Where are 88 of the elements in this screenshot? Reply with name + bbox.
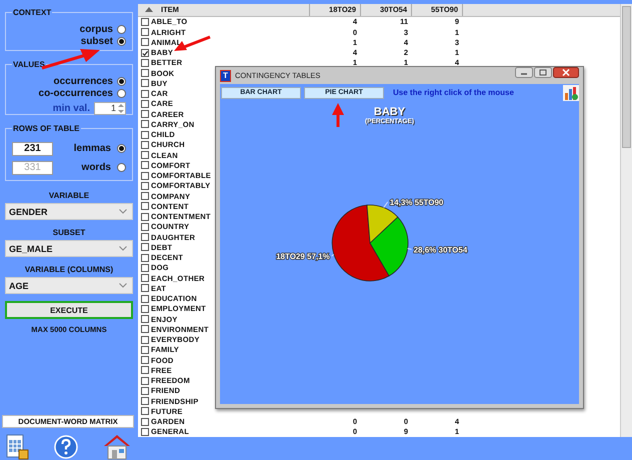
checkbox[interactable] [141, 110, 149, 118]
caret-icon [119, 209, 127, 214]
checkbox[interactable] [141, 161, 149, 170]
radio-button[interactable] [117, 24, 126, 34]
dropdown[interactable]: GE_MALE [5, 240, 133, 257]
checkbox[interactable] [141, 212, 149, 221]
hint-text: Use the right click of the mouse [393, 88, 514, 97]
radio-label: lemmas [74, 143, 111, 154]
group-title: CONTEXT [12, 8, 52, 17]
checkbox[interactable] [141, 294, 149, 303]
radio-button[interactable] [117, 88, 126, 98]
checkbox[interactable] [141, 407, 149, 416]
checkbox[interactable] [141, 69, 149, 78]
caret-icon [119, 283, 127, 288]
caret-icon [119, 246, 127, 251]
slice-label: 28,6% 30TO54 [414, 245, 468, 254]
dropdown-label: SUBSET [52, 228, 86, 237]
radio-label: co-occurrences [38, 88, 113, 98]
spreadsheet-icon[interactable] [5, 434, 29, 460]
checkbox[interactable] [141, 79, 149, 88]
home-icon[interactable] [103, 433, 131, 460]
execute-button[interactable]: EXECUTE [5, 301, 133, 319]
slice-label: 14,3% 55TO90 [390, 198, 444, 207]
checkbox[interactable] [141, 172, 149, 180]
checkbox[interactable] [141, 100, 149, 108]
checkbox[interactable] [141, 284, 149, 292]
close-icon[interactable] [553, 67, 579, 78]
count-field[interactable]: 231 [12, 142, 53, 156]
min-value-spinner[interactable]: 1 [94, 102, 126, 114]
dropdown-label: VARIABLE (COLUMNS) [24, 265, 114, 274]
radio-label: corpus [80, 24, 113, 34]
checkbox[interactable] [141, 18, 149, 26]
checkbox[interactable] [141, 397, 149, 406]
checkbox[interactable] [141, 264, 149, 272]
app-icon: T [220, 70, 231, 82]
checkbox[interactable] [141, 120, 149, 128]
pointer-arrow [331, 102, 345, 128]
radio-label: words [82, 162, 111, 173]
checkbox[interactable] [141, 428, 149, 436]
checkbox[interactable] [141, 222, 149, 231]
checkbox[interactable] [141, 325, 149, 334]
checkbox[interactable] [141, 151, 149, 160]
checkbox[interactable] [141, 274, 149, 282]
leader-line [383, 201, 388, 208]
checkbox[interactable] [141, 90, 149, 98]
checkbox[interactable] [141, 315, 149, 324]
checkbox[interactable] [141, 58, 149, 67]
radio-button[interactable] [117, 163, 126, 172]
sort-icon [145, 7, 153, 12]
scrollbar[interactable] [620, 4, 632, 437]
checkbox[interactable] [141, 356, 149, 364]
checkbox[interactable] [141, 233, 149, 242]
checkbox[interactable] [141, 304, 149, 313]
checkbox[interactable] [141, 38, 149, 46]
radio-button[interactable] [117, 76, 126, 86]
leader-line [331, 254, 334, 257]
checkbox[interactable] [141, 182, 149, 190]
checkbox[interactable] [141, 254, 149, 262]
checkbox[interactable] [141, 336, 149, 344]
checkbox[interactable] [141, 130, 149, 139]
dropdown[interactable]: GENDER [5, 203, 133, 220]
min-value-label: min val. [52, 102, 90, 114]
help-icon[interactable] [54, 434, 78, 460]
checkbox[interactable] [141, 366, 149, 374]
radio-button[interactable] [117, 144, 126, 153]
minimize-icon[interactable] [515, 67, 533, 78]
checkbox[interactable] [141, 418, 149, 426]
checkbox[interactable] [141, 28, 149, 36]
slice-label: 18TO29 57,1% [276, 252, 330, 262]
group-title: ROWS OF TABLE [12, 124, 81, 133]
maximize-icon[interactable] [534, 67, 552, 78]
group-title: VALUES [12, 60, 46, 69]
checkbox[interactable] [141, 140, 149, 149]
checkbox[interactable] [141, 346, 149, 354]
radio-label: subset [80, 36, 113, 46]
dropdown[interactable]: AGE [5, 277, 133, 294]
checkbox[interactable] [141, 376, 149, 385]
leader-line [407, 248, 412, 250]
checkbox[interactable] [141, 243, 149, 252]
checkbox[interactable] [141, 192, 149, 200]
radio-label: occurrences [54, 76, 113, 86]
radio-button[interactable] [117, 36, 126, 46]
dropdown-label: VARIABLE [48, 191, 90, 200]
bar-chart-icon[interactable] [563, 85, 579, 101]
checkbox[interactable] [141, 202, 149, 210]
chart-title: BABY [374, 106, 406, 118]
checkbox[interactable] [141, 386, 149, 395]
checkbox[interactable] [141, 48, 149, 57]
